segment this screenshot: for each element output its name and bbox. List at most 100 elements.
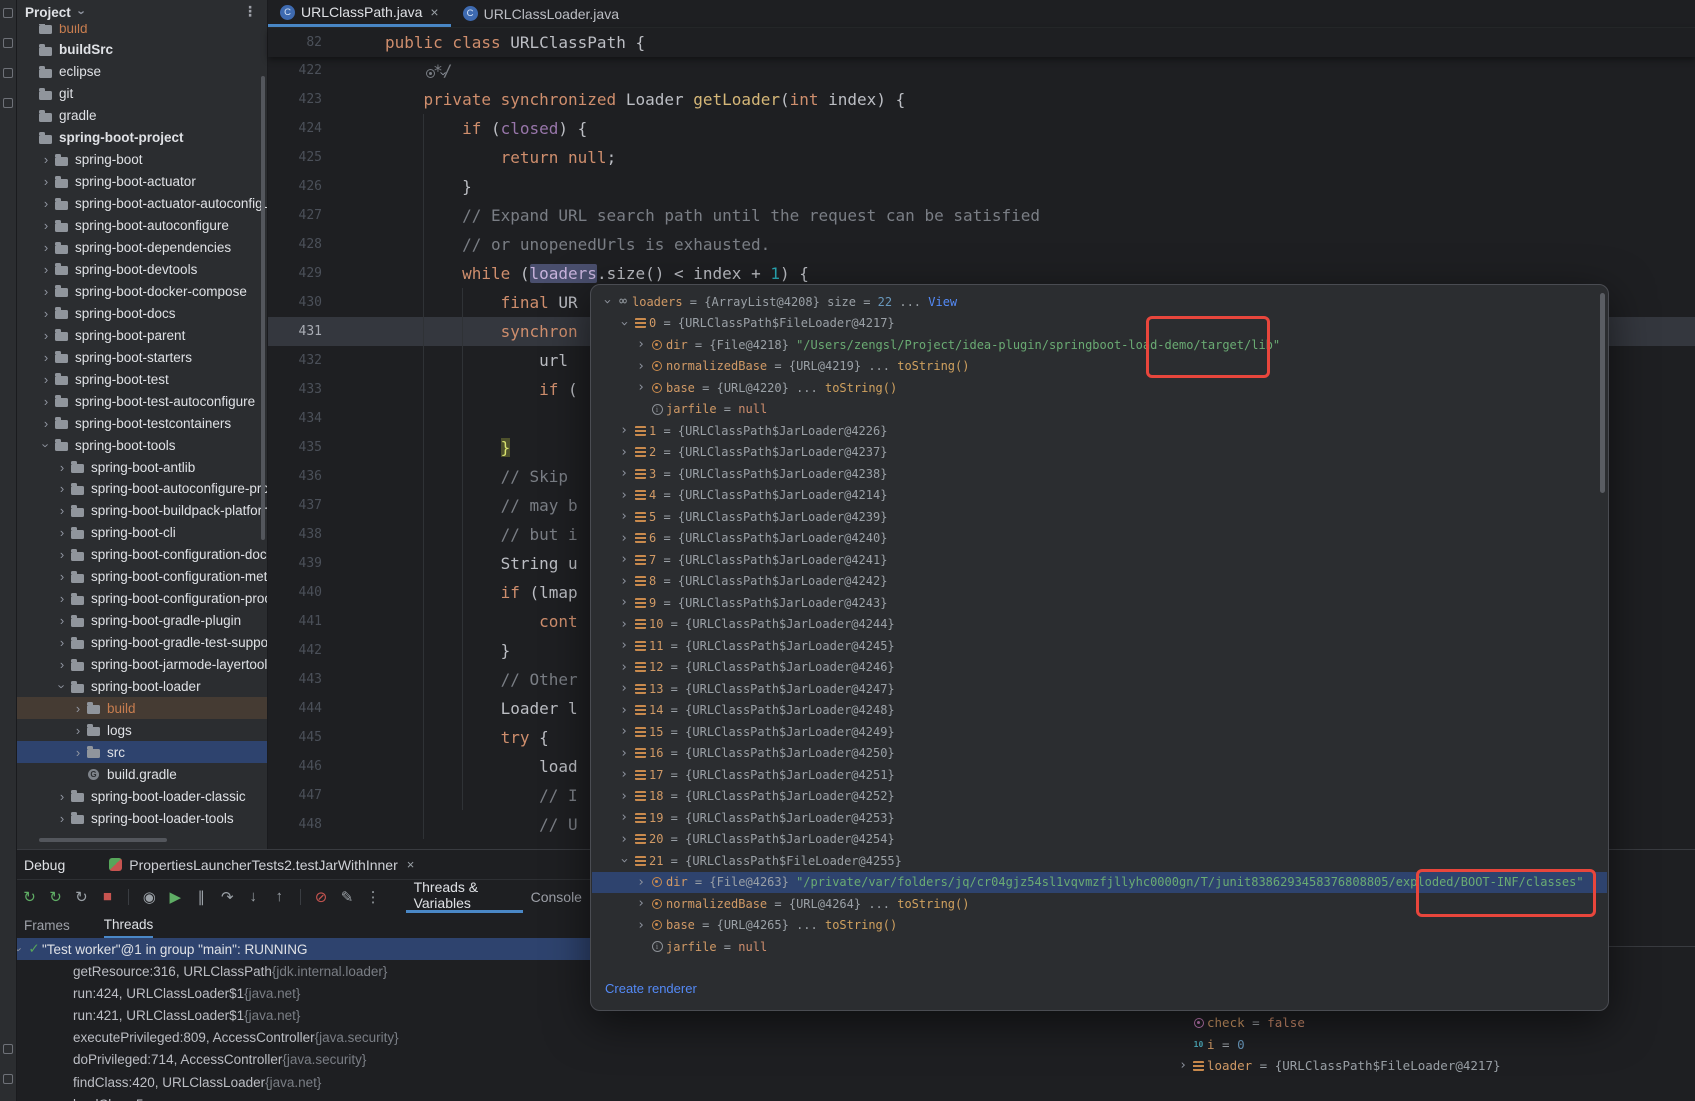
tree-item-build[interactable]: build: [17, 697, 267, 719]
code-line-428[interactable]: 428 // or unopenedUrls is exhausted.: [268, 230, 1695, 259]
chevron-down-icon[interactable]: [39, 438, 54, 452]
mute-breakpoints-icon[interactable]: ⊘: [314, 888, 329, 906]
line-number[interactable]: 432: [268, 353, 322, 368]
variable-row-23[interactable]: 18 = {URLClassPath$JarLoader@4252}: [592, 786, 1607, 808]
chevron-right-icon[interactable]: [55, 591, 69, 606]
project-tree-horizontal-scrollbar[interactable]: [39, 838, 167, 842]
step-out-icon[interactable]: ↑: [272, 888, 287, 905]
variable-row-8[interactable]: 3 = {URLClassPath$JarLoader@4238}: [592, 463, 1607, 485]
tree-item-spring-boot-configuration-processor[interactable]: spring-boot-configuration-processor: [17, 588, 267, 610]
line-number[interactable]: 439: [268, 556, 322, 571]
code-line-423[interactable]: 423 private synchronized Loader getLoade…: [268, 85, 1695, 114]
popup-scrollbar[interactable]: [1600, 293, 1605, 493]
tree-item-buildsrc[interactable]: buildSrc: [17, 39, 267, 61]
variable-row-13[interactable]: 8 = {URLClassPath$JarLoader@4242}: [592, 571, 1607, 593]
chevron-right-icon[interactable]: [39, 284, 53, 299]
variable-row-14[interactable]: 9 = {URLClassPath$JarLoader@4243}: [592, 592, 1607, 614]
tree-item-spring-boot-buildpack-platform[interactable]: spring-boot-buildpack-platform: [17, 500, 267, 522]
chevron-right-icon[interactable]: [634, 380, 648, 395]
code-line-427[interactable]: 427 // Expand URL search path until the …: [268, 201, 1695, 230]
tree-item-spring-boot-gradle-test-support[interactable]: spring-boot-gradle-test-support: [17, 632, 267, 654]
tree-item-spring-boot-test-autoconfigure[interactable]: spring-boot-test-autoconfigure: [17, 390, 267, 412]
chevron-right-icon[interactable]: [55, 569, 69, 584]
variable-row-10[interactable]: 5 = {URLClassPath$JarLoader@4239}: [592, 506, 1607, 528]
create-renderer-link[interactable]: Create renderer: [605, 981, 697, 996]
tree-item-spring-boot-parent[interactable]: spring-boot-parent: [17, 324, 267, 346]
project-tree-vertical-scrollbar[interactable]: [261, 76, 265, 540]
gear-icon[interactable]: [426, 66, 451, 81]
line-number[interactable]: 440: [268, 585, 322, 600]
problems-icon[interactable]: [3, 1044, 13, 1054]
chevron-right-icon[interactable]: [617, 681, 631, 696]
project-icon[interactable]: [3, 8, 13, 18]
tree-item-spring-boot-actuator[interactable]: spring-boot-actuator: [17, 171, 267, 193]
chevron-right-icon[interactable]: [617, 617, 631, 632]
code-line-426[interactable]: 426 }: [268, 172, 1695, 201]
tree-item-spring-boot-docs[interactable]: spring-boot-docs: [17, 302, 267, 324]
tree-item-spring-boot-testcontainers[interactable]: spring-boot-testcontainers: [17, 412, 267, 434]
line-number[interactable]: 434: [268, 411, 322, 426]
restart-debug-icon[interactable]: ↻: [74, 888, 89, 906]
tree-item-spring-boot-configuration-metadata[interactable]: spring-boot-configuration-metadata: [17, 566, 267, 588]
chevron-right-icon[interactable]: [634, 918, 648, 933]
terminal-icon[interactable]: [3, 1074, 13, 1084]
thread-row[interactable]: ✓ "Test worker"@1 in group "main": RUNNI…: [0, 938, 590, 960]
chevron-right-icon[interactable]: [634, 337, 648, 352]
line-number[interactable]: 431: [268, 324, 322, 339]
tab-urlclasspath-java[interactable]: URLClassPath.java×: [268, 0, 451, 27]
variable-row-19[interactable]: 14 = {URLClassPath$JarLoader@4248}: [592, 700, 1607, 722]
variable-row-7[interactable]: 2 = {URLClassPath$JarLoader@4237}: [592, 442, 1607, 464]
variable-row-5[interactable]: jarfile = null: [592, 399, 1607, 421]
variable-row-20[interactable]: 15 = {URLClassPath$JarLoader@4249}: [592, 721, 1607, 743]
bookmarks-icon[interactable]: [3, 98, 13, 108]
tree-item-spring-boot-docker-compose[interactable]: spring-boot-docker-compose: [17, 280, 267, 302]
frame-loadclass[interactable]: loadClass:5: [73, 1093, 590, 1101]
variable-row-30[interactable]: jarfile = null: [592, 936, 1607, 958]
chevron-right-icon[interactable]: [39, 416, 53, 431]
tree-item-spring-boot-loader-classic[interactable]: spring-boot-loader-classic: [17, 785, 267, 807]
chevron-right-icon[interactable]: [617, 445, 631, 460]
chevron-right-icon[interactable]: [55, 525, 69, 540]
tree-item-spring-boot-autoconfigure-processor[interactable]: spring-boot-autoconfigure-processor: [17, 478, 267, 500]
line-number[interactable]: 424: [268, 121, 322, 136]
chevron-right-icon[interactable]: [39, 218, 53, 233]
chevron-right-icon[interactable]: [617, 767, 631, 782]
variable-row-11[interactable]: 6 = {URLClassPath$JarLoader@4240}: [592, 528, 1607, 550]
chevron-right-icon[interactable]: [39, 350, 53, 365]
variable-row-21[interactable]: 16 = {URLClassPath$JarLoader@4250}: [592, 743, 1607, 765]
tree-item-build-gradle[interactable]: build.gradle: [17, 763, 267, 785]
chevron-right-icon[interactable]: [39, 328, 53, 343]
chevron-right-icon[interactable]: [55, 481, 69, 496]
chevron-right-icon[interactable]: [71, 723, 85, 738]
variable-row-12[interactable]: 7 = {URLClassPath$JarLoader@4241}: [592, 549, 1607, 571]
variable-row-17[interactable]: 12 = {URLClassPath$JarLoader@4246}: [592, 657, 1607, 679]
chevron-right-icon[interactable]: [39, 240, 53, 255]
code-line-425[interactable]: 425 return null;: [268, 143, 1695, 172]
variable-row-16[interactable]: 11 = {URLClassPath$JarLoader@4245}: [592, 635, 1607, 657]
tree-item-spring-boot-antlib[interactable]: spring-boot-antlib: [17, 456, 267, 478]
commit-icon[interactable]: [3, 38, 13, 48]
tab-frames[interactable]: Frames: [24, 913, 70, 938]
variable-0[interactable]: check = false: [1176, 1012, 1695, 1034]
line-number[interactable]: 447: [268, 788, 322, 803]
link-view[interactable]: View: [928, 295, 957, 309]
line-number[interactable]: 446: [268, 759, 322, 774]
rerun-failed-tests-icon[interactable]: ↻: [48, 888, 63, 906]
variable-1[interactable]: i = 0: [1176, 1034, 1695, 1056]
chevron-right-icon[interactable]: [617, 552, 631, 567]
tree-item-spring-boot-devtools[interactable]: spring-boot-devtools: [17, 258, 267, 280]
line-number[interactable]: 423: [268, 92, 322, 107]
variable-row-15[interactable]: 10 = {URLClassPath$JarLoader@4244}: [592, 614, 1607, 636]
chevron-right-icon[interactable]: [39, 152, 53, 167]
chevron-right-icon[interactable]: [55, 613, 69, 628]
chevron-right-icon[interactable]: [634, 359, 648, 374]
line-number[interactable]: 445: [268, 730, 322, 745]
tab-threads-variables[interactable]: Threads & Variables: [406, 880, 523, 913]
tree-item-spring-boot-test[interactable]: spring-boot-test: [17, 368, 267, 390]
tree-item-spring-boot-loader-tools[interactable]: spring-boot-loader-tools: [17, 807, 267, 829]
variable-2[interactable]: loader = {URLClassPath$FileLoader@4217}: [1176, 1055, 1695, 1077]
tree-item-git[interactable]: git: [17, 83, 267, 105]
line-number[interactable]: 429: [268, 266, 322, 281]
code-line-82[interactable]: 82public class URLClassPath {: [268, 28, 1695, 57]
close-icon[interactable]: ×: [407, 857, 415, 872]
